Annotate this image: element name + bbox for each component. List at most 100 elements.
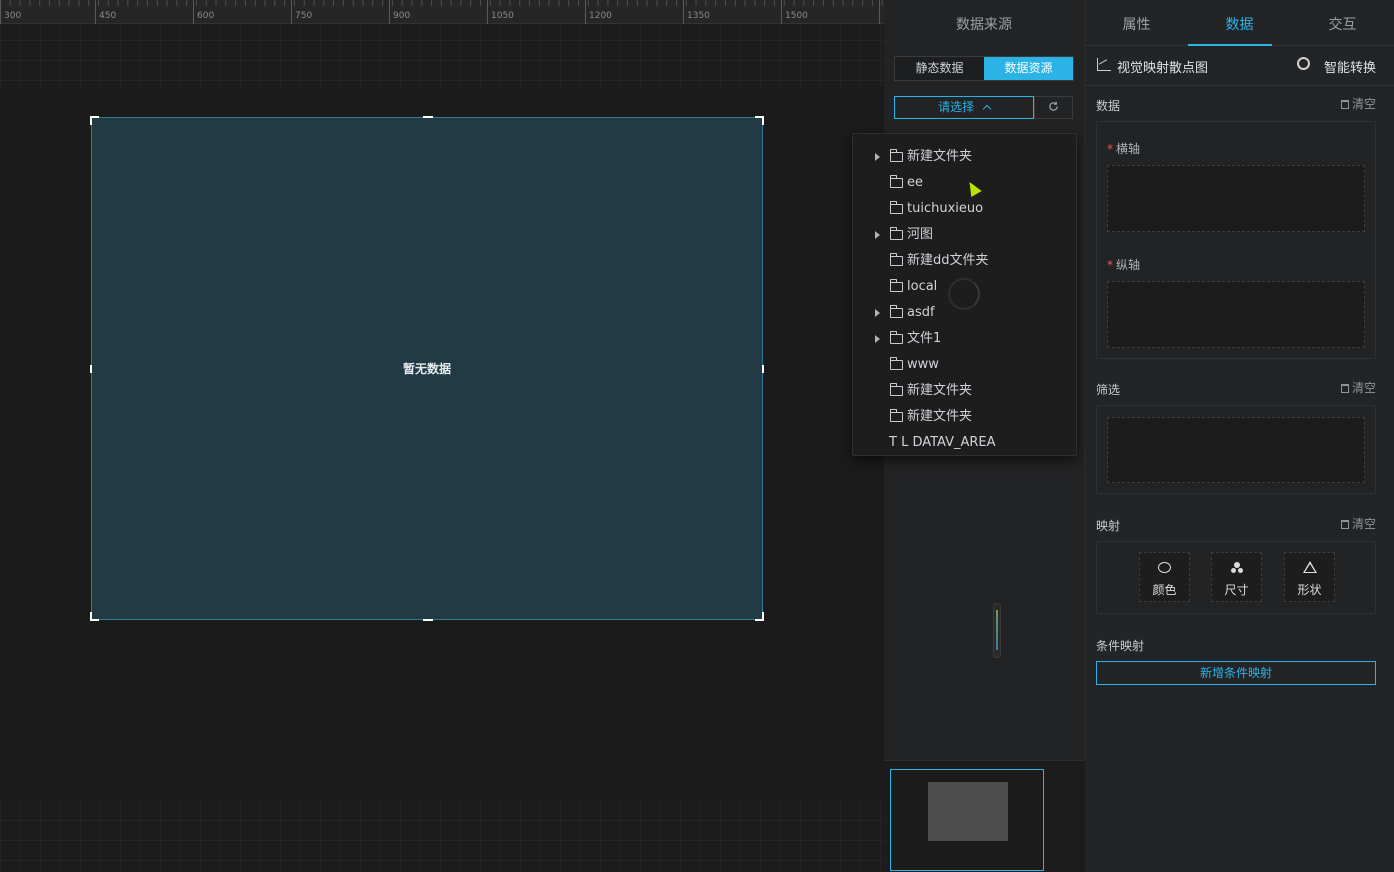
folder-icon xyxy=(890,409,903,422)
ruler-label: 600 xyxy=(197,11,215,21)
ruler-tick: 600 xyxy=(193,0,214,24)
clear-label: 清空 xyxy=(1351,381,1376,395)
ruler-label: 1500 xyxy=(785,11,808,21)
resize-handle-top-right[interactable] xyxy=(755,116,764,125)
ruler-tick: 750 xyxy=(291,0,312,24)
palette-icon[interactable] xyxy=(1297,57,1310,70)
mapping-box: 颜色 尺寸 形状 xyxy=(1096,541,1376,614)
x-axis-label: * 横轴 xyxy=(1107,140,1140,157)
tree-item-label: tuichuxieuo xyxy=(907,201,984,216)
clear-data-button[interactable]: 清空 xyxy=(1340,95,1376,112)
smart-convert-button[interactable]: 智能转换 xyxy=(1324,57,1376,76)
resize-handle-right[interactable] xyxy=(762,365,764,373)
x-axis-text: 横轴 xyxy=(1116,142,1141,156)
y-axis-label: * 纵轴 xyxy=(1107,256,1140,273)
palette-icon xyxy=(1158,562,1171,573)
ruler-label: 1050 xyxy=(491,11,514,21)
resize-handle-left[interactable] xyxy=(90,365,92,373)
ruler-label: 900 xyxy=(393,11,411,21)
folder-icon xyxy=(890,357,903,370)
filter-drop-zone[interactable] xyxy=(1107,417,1365,483)
resource-select-placeholder: 请选择 xyxy=(938,100,975,114)
x-axis-drop-zone[interactable] xyxy=(1107,165,1365,232)
caret-right-icon[interactable] xyxy=(875,231,880,239)
tree-item-label: ee xyxy=(907,175,923,190)
ruler-label: 300 xyxy=(4,11,22,21)
folder-icon xyxy=(890,331,903,344)
resize-handle-top-left[interactable] xyxy=(90,116,99,125)
ruler-tick: 1 xyxy=(879,0,884,24)
condition-mapping-label: 条件映射 xyxy=(1096,639,1145,653)
caret-right-icon[interactable] xyxy=(875,309,880,317)
folder-icon xyxy=(890,279,903,292)
tab-data-resource[interactable]: 数据资源 xyxy=(984,57,1073,80)
tree-item-label: www xyxy=(907,357,939,372)
clear-filter-button[interactable]: 清空 xyxy=(1340,379,1376,396)
trash-icon xyxy=(1340,384,1349,393)
selected-chart-widget[interactable]: 暂无数据 xyxy=(90,116,764,621)
resource-select[interactable]: 请选择 xyxy=(894,96,1034,119)
tree-item-label: T L DATAV_AREA xyxy=(889,435,996,450)
tree-item-label: 文件1 xyxy=(907,331,942,346)
folder-icon xyxy=(890,305,903,318)
bubbles-icon xyxy=(1231,562,1243,574)
folder-icon xyxy=(890,383,903,396)
config-tabs: 属性 数据 交互 xyxy=(1085,0,1394,46)
minimap-viewport[interactable] xyxy=(928,782,1008,841)
folder-icon xyxy=(890,149,903,162)
resize-handle-top[interactable] xyxy=(423,116,433,118)
refresh-button[interactable] xyxy=(1034,96,1073,119)
panel-scrollbar[interactable] xyxy=(993,603,1001,658)
color-mapping-label: 颜色 xyxy=(1152,583,1177,597)
caret-right-icon[interactable] xyxy=(875,335,880,343)
ruler-tick: 900 xyxy=(389,0,410,24)
ruler-label: 450 xyxy=(99,11,117,21)
required-mark: * xyxy=(1107,258,1113,272)
ruler-tick: 1050 xyxy=(487,0,514,24)
trash-icon xyxy=(1340,520,1349,529)
folder-icon xyxy=(890,253,903,266)
chart-type-title: 视觉映射散点图 xyxy=(1117,61,1209,76)
refresh-icon xyxy=(1049,101,1058,111)
filter-box xyxy=(1096,405,1376,494)
config-panel: 属性 数据 交互 视觉映射散点图 智能转换 数据 清空 * 横轴 * 纵轴 筛选 清… xyxy=(1085,0,1394,872)
tree-item-label: 河图 xyxy=(907,227,934,242)
ruler-tick: 300 xyxy=(0,0,21,24)
ruler-label: 1350 xyxy=(687,11,710,21)
ruler-tick: 450 xyxy=(95,0,116,24)
tab-properties[interactable]: 属性 xyxy=(1085,0,1188,45)
tree-item-label: asdf xyxy=(907,305,935,320)
design-canvas[interactable]: 300 450 600 750 900 1050 1200 1350 1500 … xyxy=(0,0,884,872)
add-condition-mapping-button[interactable]: 新增条件映射 xyxy=(1096,661,1376,685)
tree-item-label: local xyxy=(907,279,938,294)
minimap-area xyxy=(884,760,1085,872)
y-axis-drop-zone[interactable] xyxy=(1107,281,1365,348)
tab-data[interactable]: 数据 xyxy=(1188,0,1291,45)
shape-mapping-label: 形状 xyxy=(1297,583,1322,597)
resize-handle-bottom-right[interactable] xyxy=(755,612,764,621)
clear-mapping-button[interactable]: 清空 xyxy=(1340,515,1376,532)
loading-spinner-icon xyxy=(948,278,980,310)
ruler-label: 1200 xyxy=(589,11,612,21)
empty-data-text: 暂无数据 xyxy=(402,362,451,376)
minimap-preview[interactable] xyxy=(890,769,1044,871)
ruler-tick: 1500 xyxy=(781,0,808,24)
chart-type-row: 视觉映射散点图 智能转换 xyxy=(1085,46,1394,86)
tree-item-label: 新建文件夹 xyxy=(907,409,973,424)
y-axis-text: 纵轴 xyxy=(1116,258,1141,272)
size-mapping-button[interactable]: 尺寸 xyxy=(1211,552,1262,602)
caret-right-icon[interactable] xyxy=(875,153,880,161)
mapping-section-label: 映射 xyxy=(1096,519,1121,533)
folder-icon xyxy=(890,201,903,214)
source-panel-title: 数据来源 xyxy=(956,17,1012,33)
resize-handle-bottom[interactable] xyxy=(423,619,433,621)
resize-handle-bottom-left[interactable] xyxy=(90,612,99,621)
tab-interaction[interactable]: 交互 xyxy=(1291,0,1394,45)
tree-item-label: 新建文件夹 xyxy=(907,383,973,398)
tab-static-data[interactable]: 静态数据 xyxy=(895,57,984,80)
shape-mapping-button[interactable]: 形状 xyxy=(1284,552,1335,602)
ruler-tick: 1350 xyxy=(683,0,710,24)
tree-item-label: 新建dd文件夹 xyxy=(907,253,989,268)
color-mapping-button[interactable]: 颜色 xyxy=(1139,552,1190,602)
ruler-tick: 1200 xyxy=(585,0,612,24)
